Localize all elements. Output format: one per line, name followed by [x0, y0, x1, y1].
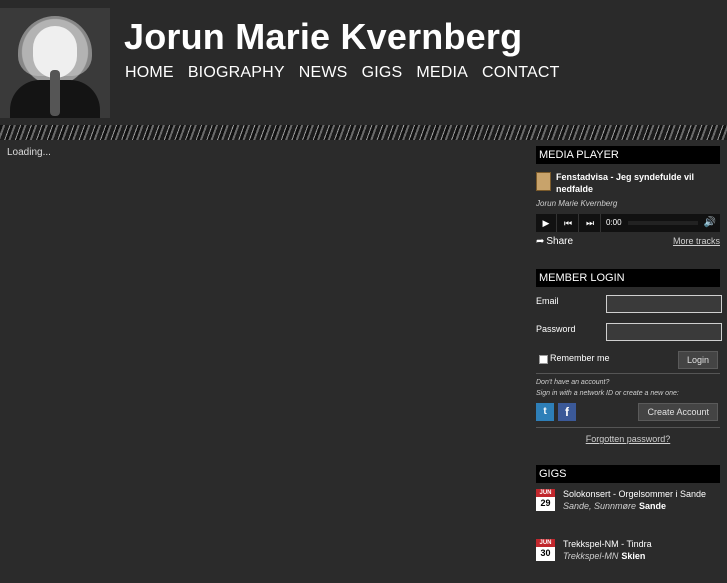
remember-row: Remember me Login	[536, 351, 720, 371]
share-icon: ➦	[536, 236, 545, 247]
nav-news[interactable]: NEWS	[299, 64, 348, 82]
member-login-heading: MEMBER LOGIN	[536, 269, 720, 287]
gig-name[interactable]: Solokonsert - Orgelsommer i Sande	[563, 489, 706, 499]
forgot-password-link[interactable]: Forgotten password?	[536, 434, 720, 444]
gig-city: Sande	[639, 501, 667, 511]
twitter-icon[interactable]: t	[536, 403, 554, 421]
site-title[interactable]: Jorun Marie Kvernberg	[124, 16, 522, 58]
next-icon[interactable]: ⏭	[580, 214, 601, 232]
gig-item[interactable]: JUN 29 Solokonsert - Orgelsommer i Sande…	[536, 489, 720, 533]
gigs-box: GIGS JUN 29 Solokonsert - Orgelsommer i …	[536, 465, 720, 583]
gig-location: Trekkspel-MN Skien	[563, 551, 645, 561]
sidebar: MEDIA PLAYER Fenstadvisa - Jeg syndefuld…	[536, 146, 722, 583]
login-button[interactable]: Login	[677, 351, 718, 369]
main-nav: HOME BIOGRAPHY NEWS GIGS MEDIA CONTACT	[125, 64, 574, 82]
email-row: Email	[536, 293, 722, 315]
no-account-note: Don't have an account?	[536, 379, 610, 386]
nav-biography[interactable]: BIOGRAPHY	[188, 64, 285, 82]
member-login-box: MEMBER LOGIN Email Password Remember me …	[536, 269, 722, 444]
gigs-heading: GIGS	[536, 465, 720, 483]
nav-gigs[interactable]: GIGS	[362, 64, 403, 82]
gig-month: JUN	[536, 539, 555, 547]
nav-media[interactable]: MEDIA	[416, 64, 468, 82]
create-account-button[interactable]: Create Account	[638, 403, 718, 421]
gig-name[interactable]: Trekkspel-NM - Tindra	[563, 539, 652, 549]
password-field[interactable]	[606, 323, 722, 341]
social-signin: t f Create Account	[536, 403, 720, 425]
gig-venue: Sande, Sunnmøre	[563, 501, 637, 511]
nav-home[interactable]: HOME	[125, 64, 174, 82]
loading-text: Loading...	[7, 147, 51, 158]
play-icon[interactable]: ▶	[536, 214, 557, 232]
nav-contact[interactable]: CONTACT	[482, 64, 560, 82]
gig-location: Sande, Sunnmøre Sande	[563, 501, 666, 511]
player-controls: ▶ ⏮ ⏭ 0:00 🔊	[536, 214, 720, 232]
progress-bar[interactable]	[628, 221, 698, 225]
calendar-icon: JUN 30	[536, 539, 555, 561]
more-tracks-link[interactable]: More tracks	[673, 236, 720, 246]
email-field[interactable]	[606, 295, 722, 313]
share-label: Share	[546, 236, 574, 247]
facebook-icon[interactable]: f	[558, 403, 576, 421]
fern-banner	[0, 125, 727, 140]
volume-icon[interactable]: 🔊	[704, 214, 716, 232]
media-player-heading: MEDIA PLAYER	[536, 146, 720, 164]
email-label: Email	[536, 296, 559, 306]
password-label: Password	[536, 324, 576, 334]
remember-checkbox[interactable]	[539, 355, 548, 364]
gig-day: 29	[540, 498, 551, 508]
gig-month: JUN	[536, 489, 555, 497]
artist-photo	[0, 8, 110, 118]
remember-label: Remember me	[550, 353, 610, 363]
gig-venue: Trekkspel-MN	[563, 551, 619, 561]
calendar-icon: JUN 29	[536, 489, 555, 511]
gig-item[interactable]: JUN 30 Trekkspel-NM - Tindra Trekkspel-M…	[536, 539, 720, 583]
gig-city: Skien	[621, 551, 646, 561]
previous-icon[interactable]: ⏮	[558, 214, 579, 232]
gig-day: 30	[540, 548, 551, 558]
share-row: ➦ Share More tracks	[536, 235, 720, 251]
divider	[536, 373, 720, 374]
track-artist: Jorun Marie Kvernberg	[536, 199, 618, 208]
track-title: Fenstadvisa - Jeg syndefulde vil nedfald…	[556, 172, 695, 194]
signin-note: Sign in with a network ID or create a ne…	[536, 390, 679, 397]
password-row: Password	[536, 321, 722, 343]
album-cover	[536, 172, 551, 191]
current-track: Fenstadvisa - Jeg syndefulde vil nedfald…	[536, 170, 720, 212]
divider	[536, 427, 720, 428]
site-header: Jorun Marie Kvernberg HOME BIOGRAPHY NEW…	[0, 0, 727, 125]
track-time: 0:00	[606, 218, 622, 227]
share-button[interactable]: ➦ Share	[536, 236, 573, 247]
